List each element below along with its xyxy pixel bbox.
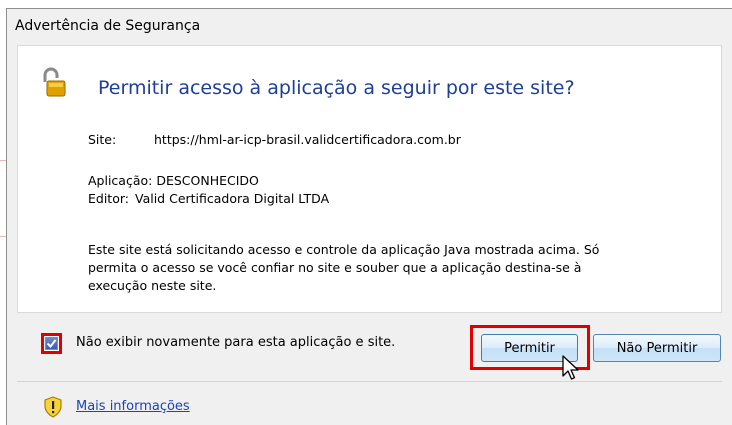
application-row: Aplicação: DESCONHECIDO: [88, 173, 259, 188]
site-row: Site: https://hml-ar-icp-brasil.validcert…: [88, 131, 461, 149]
more-info-link[interactable]: Mais informações: [76, 399, 190, 414]
checkmark-icon: [46, 339, 57, 349]
security-warning-dialog: Advertência de Segurança Permitir acesso…: [6, 8, 732, 425]
site-url: https://hml-ar-icp-brasil.validcertifica…: [154, 132, 461, 147]
editor-label: Editor:: [88, 191, 129, 206]
security-question-headline: Permitir acesso à aplicação a seguir por…: [98, 77, 575, 99]
editor-value: Valid Certificadora Digital LTDA: [135, 191, 330, 206]
site-label: Site:: [88, 132, 117, 147]
unlocked-padlock-icon: [43, 67, 66, 97]
warning-shield-icon: [44, 396, 62, 418]
action-bar: Não exibir novamente para esta aplicação…: [17, 313, 722, 380]
dont-show-again-checkbox[interactable]: [45, 337, 58, 350]
more-info-footer: Mais informações: [17, 381, 722, 422]
checkbox-highlight: [41, 333, 62, 354]
description-line-3: execução neste site.: [88, 278, 217, 293]
deny-button[interactable]: Não Permitir: [593, 334, 721, 362]
dont-show-again-label[interactable]: Não exibir novamente para esta aplicação…: [76, 335, 395, 350]
dialog-content-panel: Permitir acesso à aplicação a seguir por…: [17, 45, 722, 313]
dialog-title: Advertência de Segurança: [15, 18, 201, 34]
editor-row: Editor: Valid Certificadora Digital LTDA: [88, 190, 329, 208]
mouse-cursor-icon: [562, 355, 579, 380]
description-line-1: Este site está solicitando acesso e cont…: [88, 242, 600, 257]
description-line-2: permita o acesso se você confiar no site…: [88, 260, 582, 275]
